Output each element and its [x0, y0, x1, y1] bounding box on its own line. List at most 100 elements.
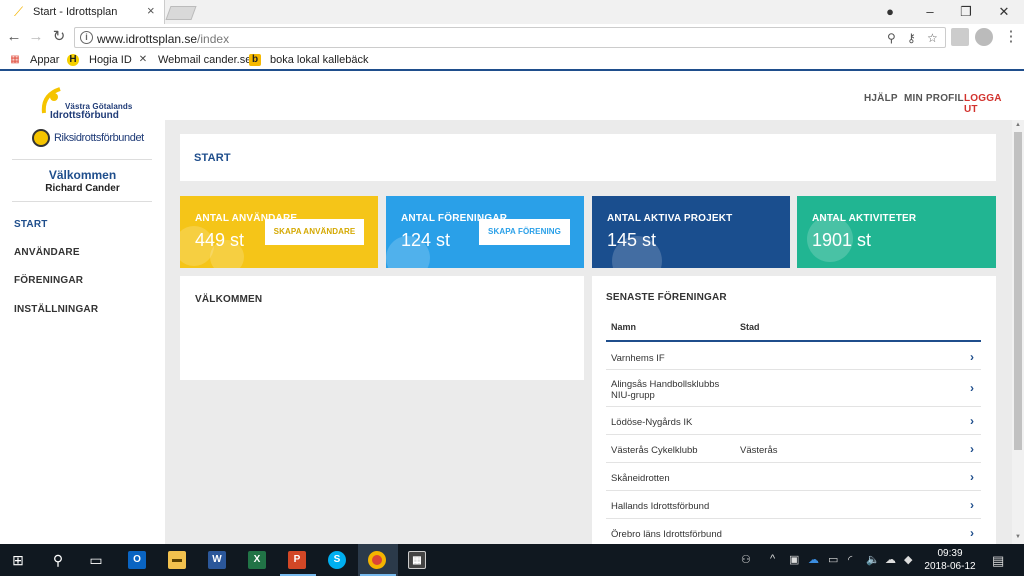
calculator-icon[interactable]: ▦: [408, 551, 426, 569]
my-profile-link[interactable]: MIN PROFIL: [904, 93, 964, 104]
bookmark-apps[interactable]: Appar: [30, 54, 59, 66]
chevron-right-icon[interactable]: ›: [970, 470, 974, 484]
bookmark-webmail[interactable]: Webmail cander.se: [158, 54, 251, 66]
scrollbar-thumb[interactable]: [1014, 132, 1022, 450]
menu-icon[interactable]: ⋮: [1002, 28, 1020, 46]
close-tab-icon[interactable]: ×: [147, 4, 155, 18]
chevron-right-icon[interactable]: ›: [970, 381, 974, 395]
bookmark-hogia[interactable]: Hogia ID: [89, 54, 132, 66]
battery-icon[interactable]: ▭: [828, 553, 838, 566]
extension-icon[interactable]: [951, 28, 969, 46]
rf-logo-text: Riksidrottsförbundet: [54, 132, 144, 144]
restore-icon[interactable]: ❐: [948, 0, 984, 24]
profile-icon[interactable]: ●: [872, 0, 908, 24]
chrome-icon[interactable]: [368, 551, 386, 569]
table-row[interactable]: Hallands Idrottsförbund ›: [606, 491, 981, 519]
clock-time: 09:39: [937, 548, 963, 559]
url-text: www.idrottsplan.se/index: [97, 32, 229, 46]
minimize-icon[interactable]: –: [912, 0, 948, 24]
notifications-icon[interactable]: ▤: [992, 553, 1004, 569]
association-name: Hallands Idrottsförbund: [611, 501, 710, 512]
nav-foreningar[interactable]: FÖRENINGAR: [14, 275, 83, 286]
chevron-right-icon[interactable]: ›: [970, 498, 974, 512]
forward-icon[interactable]: →: [27, 28, 45, 46]
search-icon[interactable]: ⚲: [50, 552, 66, 568]
association-city: Västerås: [740, 445, 778, 456]
scroll-down-icon[interactable]: ▼: [1014, 534, 1022, 540]
dropbox-icon[interactable]: ◆: [904, 553, 912, 566]
nav-anvandare[interactable]: ANVÄNDARE: [14, 247, 80, 258]
info-icon[interactable]: i: [80, 31, 93, 44]
table-row[interactable]: Lödöse-Nygårds IK ›: [606, 407, 981, 435]
bookmark-boka[interactable]: boka lokal kallebäck: [270, 54, 368, 66]
skype-icon[interactable]: S: [328, 551, 346, 569]
create-user-button[interactable]: SKAPA ANVÄNDARE: [265, 219, 364, 245]
association-name: Skåneidrotten: [611, 473, 670, 484]
outlook-icon[interactable]: O: [128, 551, 146, 569]
browser-tab-strip: ⟋ Start - Idrottsplan × ● – ❐ ✕: [0, 0, 1024, 24]
table-row[interactable]: Skåneidrotten ›: [606, 463, 981, 491]
chevron-right-icon[interactable]: ›: [970, 442, 974, 456]
welcome-card-title: VÄLKOMMEN: [195, 294, 263, 305]
zoom-icon[interactable]: ⚲: [887, 31, 896, 45]
chevron-up-icon[interactable]: ^: [770, 553, 775, 565]
create-association-button[interactable]: SKAPA FÖRENING: [479, 219, 570, 245]
help-link[interactable]: HJÄLP: [864, 93, 898, 104]
association-name: Örebro läns Idrottsförbund: [611, 529, 722, 540]
cloud-upload-icon[interactable]: ☁: [885, 553, 896, 566]
nav-installningar[interactable]: INSTÄLLNINGAR: [14, 304, 98, 315]
network-drive-icon[interactable]: ▣: [789, 553, 799, 566]
extension-cloud-icon[interactable]: [975, 28, 993, 46]
latest-associations-card: SENASTE FÖRENINGAR Namn Stad Varnhems IF…: [592, 276, 996, 544]
association-name: Varnhems IF: [611, 353, 665, 364]
stat-associations-value: 124 st: [401, 230, 451, 250]
table-row[interactable]: Varnhems IF ›: [606, 342, 981, 370]
idrottsplan-favicon-icon: ⟋: [14, 4, 24, 19]
vgif-logo[interactable]: Västra Götalands Idrottsförbund: [40, 87, 140, 127]
apps-icon[interactable]: ▦: [9, 54, 21, 66]
excel-icon[interactable]: X: [248, 551, 266, 569]
people-icon[interactable]: ⚇: [741, 553, 751, 566]
scroll-up-icon[interactable]: ▲: [1014, 122, 1022, 128]
bookmarks-bar: ▦ Appar H Hogia ID ✕ Webmail cander.se b…: [0, 50, 1024, 71]
key-icon[interactable]: ⚷: [907, 31, 916, 45]
bookmark-star-icon[interactable]: ☆: [927, 31, 938, 45]
stat-projects-value: 145 st: [607, 230, 657, 250]
table-row[interactable]: Alingsås Handbollsklubbs NIU-grupp ›: [606, 370, 981, 407]
rf-logo[interactable]: Riksidrottsförbundet: [32, 129, 144, 149]
volume-mute-icon[interactable]: 🔈: [866, 553, 880, 566]
logout-link[interactable]: LOGGA UT: [964, 93, 1012, 115]
stat-activities-value: 1901 st: [812, 230, 872, 250]
stat-users-value: 449 st: [195, 230, 245, 250]
wifi-icon[interactable]: ◜: [848, 553, 852, 566]
chevron-right-icon[interactable]: ›: [970, 414, 974, 428]
stat-activities: ANTAL AKTIVITETER 1901 st: [797, 196, 996, 268]
page-scrollbar[interactable]: ▲ ▼: [1012, 120, 1024, 544]
association-name: Västerås Cykelklubb: [611, 445, 698, 456]
table-row[interactable]: Örebro läns Idrottsförbund ›: [606, 519, 981, 544]
windows-start-icon[interactable]: ⊞: [10, 552, 26, 568]
chevron-right-icon[interactable]: ›: [970, 526, 974, 540]
system-clock[interactable]: 09:39 2018-06-12: [922, 547, 978, 573]
file-explorer-icon[interactable]: ▬: [168, 551, 186, 569]
task-view-icon[interactable]: ▭: [88, 552, 104, 568]
word-icon[interactable]: W: [208, 551, 226, 569]
nav-start[interactable]: START: [14, 219, 48, 230]
stat-projects: ANTAL AKTIVA PROJEKT 145 st: [592, 196, 790, 268]
stat-users: ANTAL ANVÄNDARE 449 st SKAPA ANVÄNDARE: [180, 196, 378, 268]
address-bar[interactable]: i www.idrottsplan.se/index ⚲ ⚷ ☆: [74, 27, 946, 48]
onedrive-icon[interactable]: ☁: [808, 553, 819, 566]
browser-tab[interactable]: ⟋ Start - Idrottsplan ×: [0, 0, 165, 24]
close-window-icon[interactable]: ✕: [986, 0, 1022, 24]
table-row[interactable]: Västerås Cykelklubb Västerås ›: [606, 435, 981, 463]
powerpoint-icon[interactable]: P: [288, 551, 306, 569]
chevron-right-icon[interactable]: ›: [970, 350, 974, 364]
reload-icon[interactable]: ↻: [50, 28, 68, 46]
stat-activities-label: ANTAL AKTIVITETER: [812, 213, 917, 224]
url-host: www.idrottsplan.se: [97, 32, 198, 46]
back-icon[interactable]: ←: [5, 28, 23, 46]
new-tab-button[interactable]: [165, 6, 197, 20]
boka-icon: b: [249, 54, 261, 66]
column-city-header: Stad: [740, 322, 760, 332]
divider: [12, 201, 152, 202]
